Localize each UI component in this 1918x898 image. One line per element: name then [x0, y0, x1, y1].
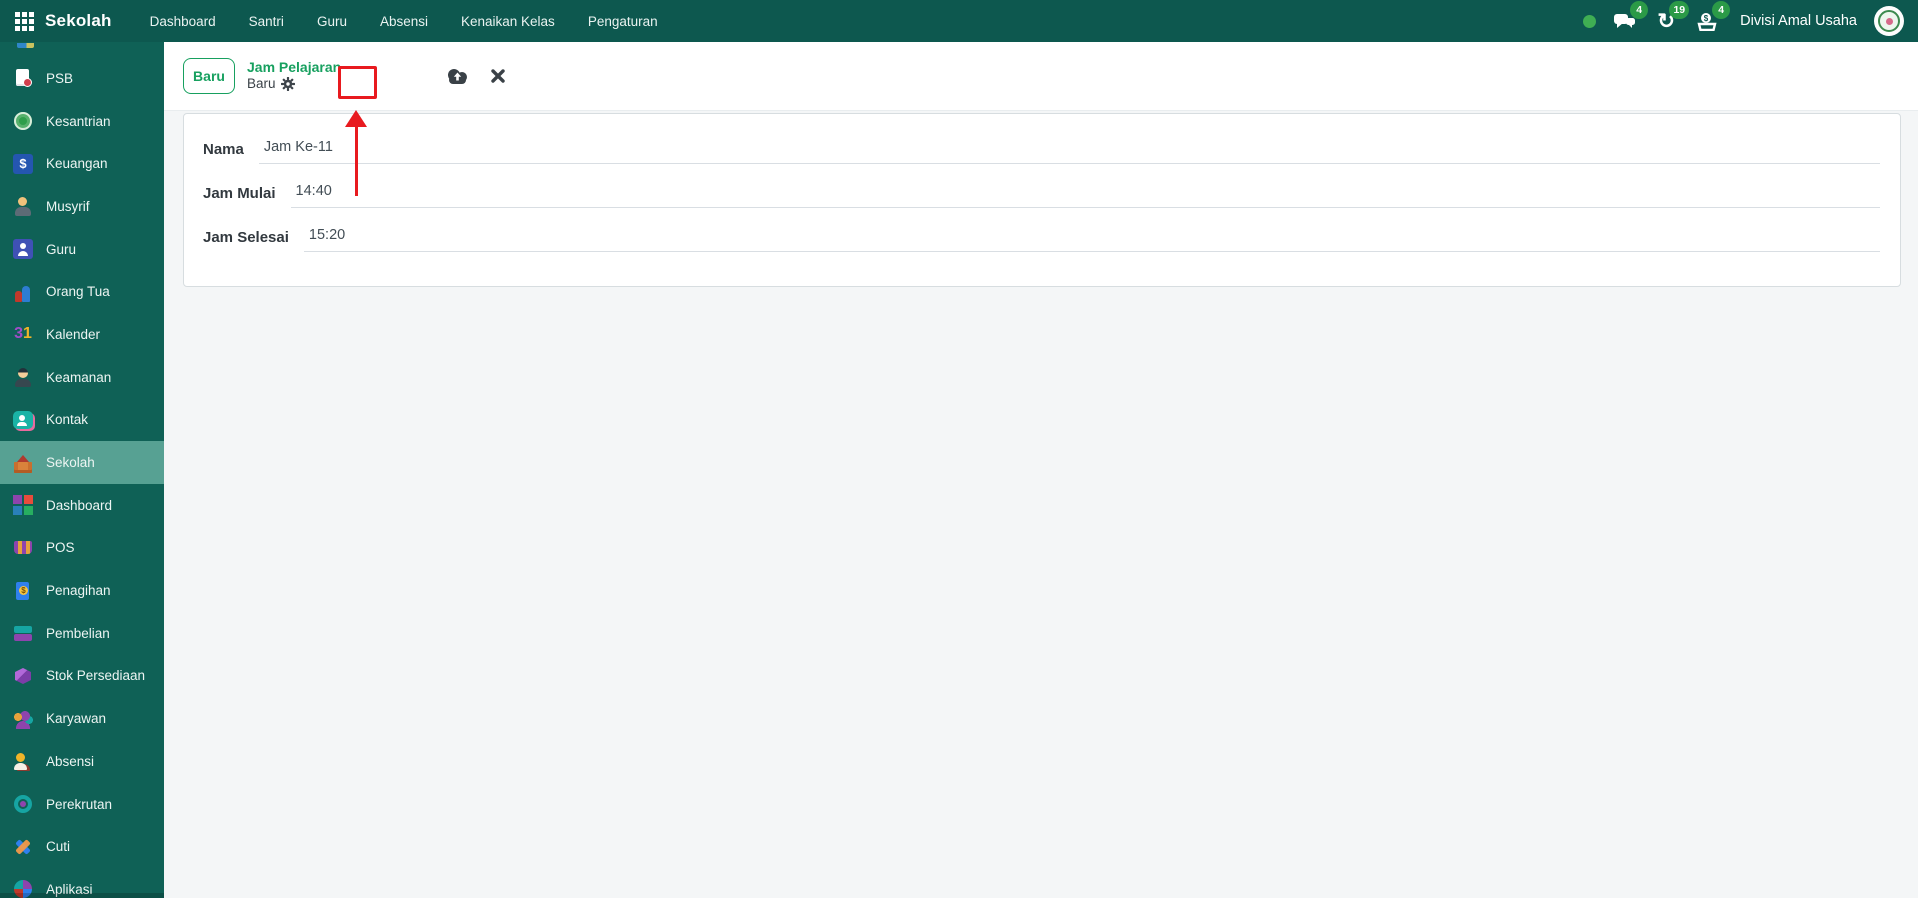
navbar-right: 4 ↻ 19 $ 4 Divisi Amal Usaha [1583, 1, 1904, 36]
app-launcher-icon[interactable] [15, 11, 34, 31]
nav-item-pengaturan[interactable]: Pengaturan [588, 14, 658, 29]
pos-icon [13, 538, 33, 558]
pembelian-icon [13, 623, 33, 643]
chat-badge: 4 [1630, 1, 1649, 19]
close-icon [491, 69, 505, 83]
keamanan-icon [13, 367, 33, 388]
form-row-jam-selesai: Jam Selesai [203, 223, 1880, 252]
orang-tua-icon [13, 282, 33, 302]
page-content: Nama Jam Mulai Jam Selesai [164, 111, 1918, 898]
sidebar-item-kontak[interactable]: Kontak [0, 399, 164, 442]
doc-status: Baru [247, 76, 276, 91]
sidebar-item-dashboard[interactable]: Dashboard [0, 484, 164, 527]
perekrutan-icon [13, 794, 33, 814]
sidebar-item-psb[interactable]: PSB [0, 57, 164, 100]
kalender-icon [13, 324, 33, 344]
form-row-jam-mulai: Jam Mulai [203, 179, 1880, 208]
sidebar-item-keuangan[interactable]: Keuangan [0, 142, 164, 185]
app-brand[interactable]: Sekolah [45, 11, 112, 31]
sidebar-item-karyawan[interactable]: Karyawan [0, 697, 164, 740]
sidebar-item-cuti[interactable]: Cuti [0, 825, 164, 868]
sidebar-item-kesantrian[interactable]: Kesantrian [0, 100, 164, 143]
nav-item-guru[interactable]: Guru [317, 14, 347, 29]
keuangan-icon [13, 153, 33, 174]
module-list: PSB Kesantrian Keuangan Musyrif Guru Ora… [0, 57, 164, 898]
nama-label: Nama [203, 141, 244, 158]
navbar-left: Sekolah Dashboard Santri Guru Absensi Ke… [15, 11, 658, 31]
donation-icon[interactable]: $ 4 [1695, 1, 1731, 33]
jam-mulai-input[interactable] [290, 179, 1880, 208]
module-sidebar: PSB Kesantrian Keuangan Musyrif Guru Ora… [0, 42, 164, 898]
jam-mulai-label: Jam Mulai [203, 185, 276, 202]
save-button[interactable] [445, 67, 470, 85]
nav-item-absensi[interactable]: Absensi [380, 14, 428, 29]
chat-icon[interactable]: 4 [1613, 1, 1649, 33]
sekolah-icon [13, 453, 33, 473]
sidebar-item-stok-persediaan[interactable]: Stok Persediaan [0, 655, 164, 698]
penagihan-icon [13, 581, 33, 601]
school-logo [1878, 10, 1900, 32]
history-icon[interactable]: ↻ 19 [1654, 1, 1690, 33]
toolbar-actions [445, 67, 505, 85]
title-block: Jam Pelajaran Baru [247, 60, 341, 92]
kesantrian-icon [13, 111, 33, 131]
guru-icon [13, 239, 33, 260]
nav-item-santri[interactable]: Santri [249, 14, 284, 29]
sidebar-item-penagihan[interactable]: Penagihan [0, 569, 164, 612]
form-card: Nama Jam Mulai Jam Selesai [183, 113, 1901, 287]
sidebar-item-perekrutan[interactable]: Perekrutan [0, 783, 164, 826]
sidebar-item-keamanan[interactable]: Keamanan [0, 356, 164, 399]
sidebar-scrollbar[interactable] [0, 893, 164, 898]
nama-input[interactable] [258, 135, 1880, 164]
donation-badge: 4 [1712, 1, 1731, 19]
gear-icon[interactable] [280, 77, 295, 91]
sidebar-item-musyrif[interactable]: Musyrif [0, 185, 164, 228]
sidebar-item-kalender[interactable]: Kalender [0, 313, 164, 356]
main-menu: Dashboard Santri Guru Absensi Kenaikan K… [150, 14, 658, 29]
sidebar-item-pembelian[interactable]: Pembelian [0, 612, 164, 655]
form-row-nama: Nama [203, 135, 1880, 164]
close-button[interactable] [491, 69, 505, 83]
musyrif-icon [13, 196, 33, 217]
updates-badge: 19 [1669, 1, 1690, 19]
page-toolbar: Baru Jam Pelajaran Baru [164, 42, 1918, 111]
karyawan-icon [13, 708, 33, 729]
stok-persediaan-icon [13, 666, 33, 686]
sidebar-item-pos[interactable]: POS [0, 527, 164, 570]
psb-icon [13, 68, 33, 88]
jam-selesai-input[interactable] [303, 223, 1880, 252]
nav-item-kenaikan-kelas[interactable]: Kenaikan Kelas [461, 14, 555, 29]
jam-selesai-label: Jam Selesai [203, 229, 289, 246]
cuti-icon [13, 837, 33, 857]
user-menu[interactable]: Divisi Amal Usaha [1740, 13, 1857, 29]
dashboard-icon [13, 495, 33, 516]
clipped-module-icon [17, 43, 34, 48]
avatar[interactable] [1874, 6, 1904, 36]
sidebar-item-guru[interactable]: Guru [0, 228, 164, 271]
sidebar-item-orang-tua[interactable]: Orang Tua [0, 270, 164, 313]
doctype-title[interactable]: Jam Pelajaran [247, 60, 341, 75]
top-navbar: Sekolah Dashboard Santri Guru Absensi Ke… [0, 0, 1918, 42]
sidebar-item-sekolah[interactable]: Sekolah [0, 441, 164, 484]
kontak-icon [13, 410, 33, 429]
online-status-dot [1583, 14, 1597, 28]
new-button[interactable]: Baru [183, 58, 235, 94]
cloud-upload-icon [448, 69, 468, 84]
absensi-icon [13, 751, 33, 771]
svg-text:$: $ [1704, 14, 1709, 23]
sidebar-item-absensi[interactable]: Absensi [0, 740, 164, 783]
nav-item-dashboard[interactable]: Dashboard [150, 14, 216, 29]
